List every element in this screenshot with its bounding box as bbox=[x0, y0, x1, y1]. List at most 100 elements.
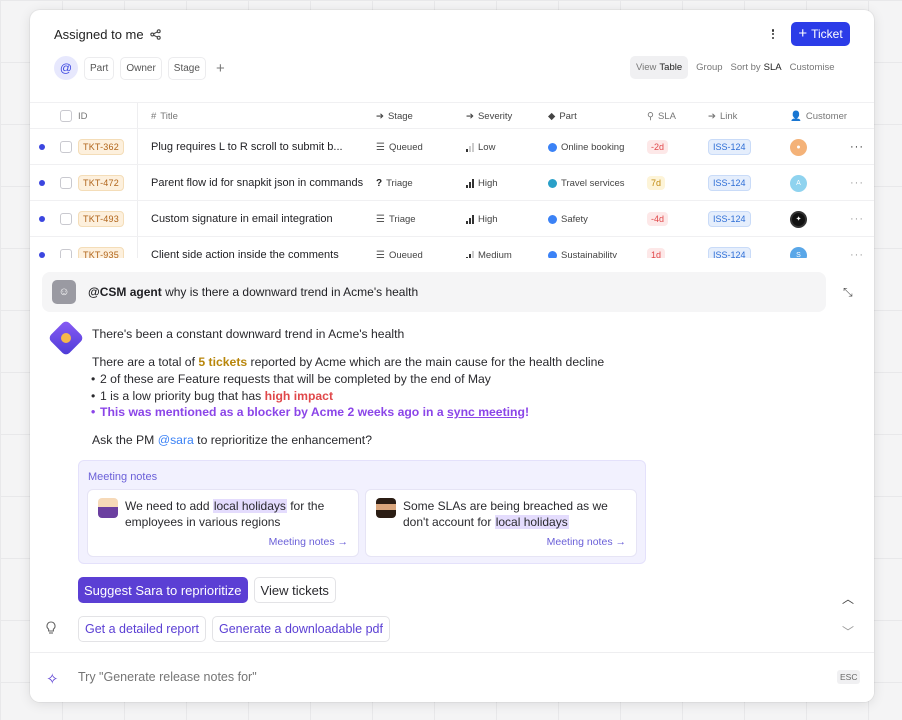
ticket-severity[interactable]: Medium bbox=[466, 237, 512, 258]
ticket-stage[interactable]: ☰ Triage bbox=[376, 201, 416, 237]
view-title[interactable]: Assigned to me bbox=[54, 27, 161, 42]
ticket-severity[interactable]: Low bbox=[466, 129, 495, 165]
col-customer[interactable]: 👤 Customer bbox=[790, 103, 847, 129]
ticket-title[interactable]: Custom signature in email integration bbox=[151, 201, 333, 237]
meeting-notes-title: Meeting notes bbox=[88, 471, 158, 483]
list-item: 2 of these are Feature requests that wil… bbox=[91, 371, 604, 388]
col-sla[interactable]: ⚲ SLA bbox=[647, 103, 676, 129]
more-options-icon[interactable] bbox=[768, 26, 778, 42]
bullet3-post: ! bbox=[524, 405, 529, 419]
col-link[interactable]: ➔ Link bbox=[708, 103, 737, 129]
ticket-title[interactable]: Parent flow id for snapkit json in comma… bbox=[151, 165, 363, 201]
ticket-severity[interactable]: High bbox=[466, 165, 498, 201]
row-more-icon[interactable]: ··· bbox=[850, 237, 864, 258]
row-more-icon[interactable]: ··· bbox=[850, 165, 864, 201]
sara-mention[interactable]: @sara bbox=[158, 433, 194, 447]
row-checkbox[interactable] bbox=[60, 165, 72, 201]
ticket-customer[interactable]: ✦ bbox=[790, 201, 807, 237]
tickets-count-highlight[interactable]: 5 tickets bbox=[198, 355, 247, 369]
table-row[interactable]: TKT-493 Custom signature in email integr… bbox=[30, 201, 874, 237]
table-row[interactable]: TKT-472 Parent flow id for snapkit json … bbox=[30, 165, 874, 201]
chevron-down-icon[interactable]: ﹀ bbox=[842, 623, 854, 640]
list-item: This was mentioned as a blocker by Acme … bbox=[91, 404, 604, 421]
group-button[interactable]: Group bbox=[696, 62, 722, 73]
esc-key-hint[interactable]: ESC bbox=[837, 670, 861, 684]
ticket-title[interactable]: Plug requires L to R scroll to submit b.… bbox=[151, 129, 343, 165]
ticket-customer[interactable]: ● bbox=[790, 129, 807, 165]
filter-part[interactable]: Part bbox=[84, 56, 115, 80]
suggestion-detailed-report[interactable]: Get a detailed report bbox=[78, 616, 206, 642]
row-more-icon[interactable]: ··· bbox=[850, 129, 864, 165]
col-part[interactable]: ◆ Part bbox=[548, 103, 577, 129]
ticket-id[interactable]: TKT-493 bbox=[78, 201, 124, 237]
answer-actions: Suggest Sara to reprioritize View ticket… bbox=[78, 577, 336, 603]
ticket-id-badge: TKT-493 bbox=[78, 211, 124, 227]
view-toggle[interactable]: View Table bbox=[630, 56, 689, 79]
col-title[interactable]: # Title bbox=[151, 103, 178, 129]
sort-value: SLA bbox=[763, 62, 782, 73]
ticket-part[interactable]: Sustainability bbox=[548, 237, 617, 258]
new-ticket-button[interactable]: + Ticket bbox=[791, 22, 850, 46]
ticket-sla: -2d bbox=[647, 129, 669, 165]
ticket-customer[interactable]: S bbox=[790, 237, 807, 258]
chevron-up-icon[interactable]: ︿ bbox=[842, 590, 854, 607]
ticket-id[interactable]: TKT-472 bbox=[78, 165, 124, 201]
ticket-stage[interactable]: ☰ Queued bbox=[376, 129, 423, 165]
ticket-link[interactable]: ISS-124 bbox=[708, 165, 751, 201]
meeting-note-card[interactable]: We need to add local holidays for the em… bbox=[87, 489, 359, 557]
row-more-icon[interactable]: ··· bbox=[850, 201, 864, 237]
prompt-input[interactable] bbox=[78, 670, 778, 684]
ticket-stage-label: Triage bbox=[386, 177, 413, 189]
sort-label: Sort by bbox=[730, 62, 761, 73]
col-id[interactable]: ID bbox=[78, 103, 88, 129]
suggest-reprioritize-button[interactable]: Suggest Sara to reprioritize bbox=[78, 577, 248, 603]
ticket-stage[interactable]: ? Triage bbox=[376, 165, 413, 201]
ticket-part[interactable]: Safety bbox=[548, 201, 588, 237]
agent-mention[interactable]: @CSM agent bbox=[88, 285, 162, 299]
ticket-stage-label: Queued bbox=[388, 141, 423, 153]
ticket-id[interactable]: TKT-935 bbox=[78, 237, 124, 258]
note-author-avatar bbox=[98, 498, 118, 518]
view-label: View bbox=[636, 62, 657, 73]
ticket-customer[interactable]: A bbox=[790, 165, 807, 201]
row-checkbox[interactable] bbox=[60, 129, 72, 165]
ticket-title[interactable]: Client side action inside the comments bbox=[151, 237, 339, 258]
input-divider bbox=[30, 652, 874, 653]
ticket-severity[interactable]: High bbox=[466, 201, 498, 237]
ticket-id-badge: TKT-935 bbox=[78, 247, 124, 258]
row-checkbox[interactable] bbox=[60, 237, 72, 258]
add-filter-icon[interactable]: + bbox=[216, 60, 225, 77]
row-checkbox[interactable] bbox=[60, 201, 72, 237]
ticket-part[interactable]: Online booking bbox=[548, 129, 624, 165]
collapse-icon[interactable]: ⤡ bbox=[843, 285, 853, 300]
sort-button[interactable]: Sort by SLA bbox=[731, 62, 782, 73]
table-row[interactable]: TKT-935 Client side action inside the co… bbox=[30, 237, 874, 258]
ticket-id-badge: TKT-362 bbox=[78, 139, 124, 155]
meeting-note-card[interactable]: Some SLAs are being breached as we don't… bbox=[365, 489, 637, 557]
ticket-stage-label: Queued bbox=[388, 249, 423, 259]
share-icon[interactable] bbox=[149, 29, 161, 40]
ticket-id[interactable]: TKT-362 bbox=[78, 129, 124, 165]
col-severity[interactable]: ➔ Severity bbox=[466, 103, 512, 129]
view-controls: View Table Group Sort by SLA Customise bbox=[630, 56, 843, 79]
filter-owner[interactable]: Owner bbox=[120, 56, 162, 80]
at-mention-filter-icon[interactable]: @ bbox=[54, 56, 78, 80]
col-stage[interactable]: ➔ Stage bbox=[376, 103, 413, 129]
ticket-stage[interactable]: ☰ Queued bbox=[376, 237, 423, 259]
ticket-link[interactable]: ISS-124 bbox=[708, 201, 751, 237]
ticket-part[interactable]: Travel services bbox=[548, 165, 625, 201]
ticket-link[interactable]: ISS-124 bbox=[708, 129, 751, 165]
view-tickets-button[interactable]: View tickets bbox=[253, 577, 336, 603]
sync-meeting-link[interactable]: sync meeting bbox=[447, 405, 525, 419]
ticket-link[interactable]: ISS-124 bbox=[708, 237, 751, 258]
meeting-notes-link[interactable]: Meeting notes → bbox=[269, 536, 348, 548]
ticket-id-badge: TKT-472 bbox=[78, 175, 124, 191]
select-all-checkbox[interactable] bbox=[60, 103, 72, 129]
table-row[interactable]: TKT-362 Plug requires L to R scroll to s… bbox=[30, 129, 874, 165]
meeting-notes-link[interactable]: Meeting notes → bbox=[547, 536, 626, 548]
filter-stage[interactable]: Stage bbox=[167, 56, 206, 80]
answer-bullets: 2 of these are Feature requests that wil… bbox=[91, 371, 604, 421]
answer-total: There are a total of 5 tickets reported … bbox=[92, 354, 604, 371]
suggestion-downloadable-pdf[interactable]: Generate a downloadable pdf bbox=[211, 616, 390, 642]
customise-button[interactable]: Customise bbox=[790, 62, 835, 73]
